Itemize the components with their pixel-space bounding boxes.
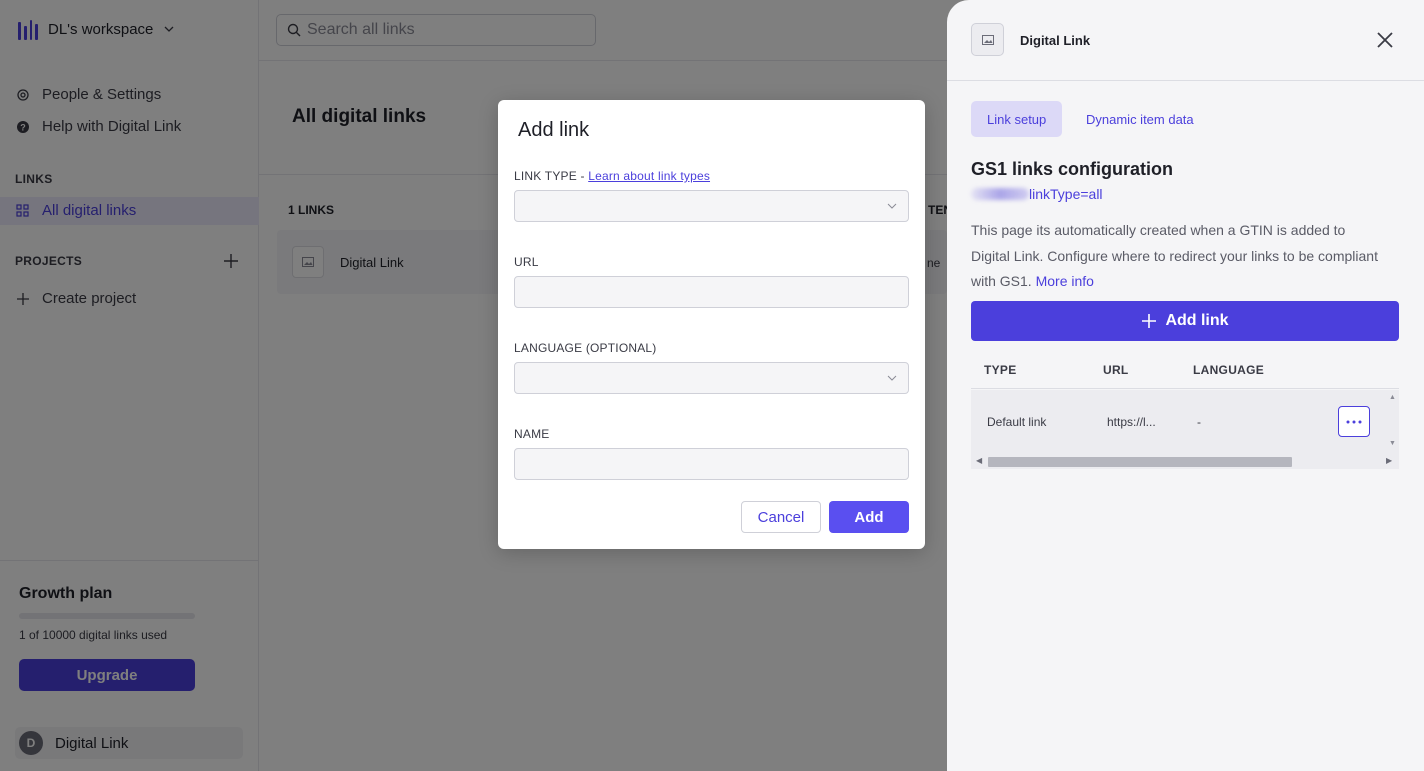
name-field[interactable] xyxy=(514,448,909,480)
add-link-button[interactable]: Add link xyxy=(971,301,1399,341)
scrollbar-thumb[interactable] xyxy=(988,457,1292,467)
more-info-link[interactable]: More info xyxy=(1036,273,1094,289)
config-title: GS1 links configuration xyxy=(971,159,1174,179)
tab-dynamic-item-data[interactable]: Dynamic item data xyxy=(1070,101,1210,137)
config-subtitle-text: linkType=all xyxy=(1029,186,1103,202)
panel-title: Digital Link xyxy=(1020,33,1091,48)
column-header-url: URL xyxy=(1103,363,1129,377)
column-header-language: LANGUAGE xyxy=(1193,363,1265,377)
chevron-down-icon xyxy=(887,375,897,381)
name-input[interactable] xyxy=(515,449,908,479)
add-link-modal: Add link LINK TYPE - Learn about link ty… xyxy=(498,100,925,549)
add-button[interactable]: Add xyxy=(829,501,909,533)
url-label: URL xyxy=(514,255,539,269)
panel-header: Digital Link xyxy=(947,0,1424,81)
links-table-header: TYPE URL LANGUAGE xyxy=(971,355,1399,389)
more-dots-icon xyxy=(1346,420,1362,423)
config-description-text: This page its automatically created when… xyxy=(971,222,1378,289)
redacted-text xyxy=(971,188,1029,200)
link-detail-panel: Digital Link Link setup Dynamic item dat… xyxy=(947,0,1424,771)
cell-url: https://l... xyxy=(1107,415,1156,429)
learn-link-types-link[interactable]: Learn about link types xyxy=(588,169,710,183)
column-header-type: TYPE xyxy=(984,363,1017,377)
horizontal-scrollbar[interactable]: ◀ ▶ xyxy=(971,455,1399,469)
url-field[interactable] xyxy=(514,276,909,308)
cancel-button[interactable]: Cancel xyxy=(741,501,821,533)
row-actions-button[interactable] xyxy=(1338,406,1370,437)
scroll-left-arrow-icon[interactable]: ◀ xyxy=(976,456,982,465)
link-type-value[interactable] xyxy=(515,191,908,221)
scroll-up-arrow-icon[interactable]: ▲ xyxy=(1389,394,1396,401)
vertical-scrollbar[interactable]: ▲ ▼ xyxy=(1386,390,1399,455)
language-select[interactable] xyxy=(514,362,909,394)
language-value[interactable] xyxy=(515,363,908,393)
link-type-select[interactable] xyxy=(514,190,909,222)
config-subtitle: linkType=all xyxy=(971,186,1103,202)
link-type-label-text: LINK TYPE - xyxy=(514,169,589,183)
name-label: NAME xyxy=(514,427,550,441)
language-label: LANGUAGE (OPTIONAL) xyxy=(514,341,657,355)
cell-type: Default link xyxy=(987,415,1047,429)
image-placeholder-icon xyxy=(971,23,1004,56)
plus-icon xyxy=(1142,314,1157,328)
scroll-right-arrow-icon[interactable]: ▶ xyxy=(1386,456,1392,465)
table-row[interactable]: Default link https://l... - ▲ ▼ xyxy=(971,390,1399,455)
url-input[interactable] xyxy=(515,277,908,307)
close-icon[interactable] xyxy=(1375,30,1395,50)
config-description: This page its automatically created when… xyxy=(971,218,1381,295)
chevron-down-icon xyxy=(887,203,897,209)
tab-link-setup[interactable]: Link setup xyxy=(971,101,1063,137)
add-link-label: Add link xyxy=(1165,312,1229,329)
cell-language: - xyxy=(1197,415,1201,429)
link-type-label: LINK TYPE - Learn about link types xyxy=(514,169,710,183)
modal-title: Add link xyxy=(518,119,590,141)
scroll-down-arrow-icon[interactable]: ▼ xyxy=(1389,440,1396,447)
